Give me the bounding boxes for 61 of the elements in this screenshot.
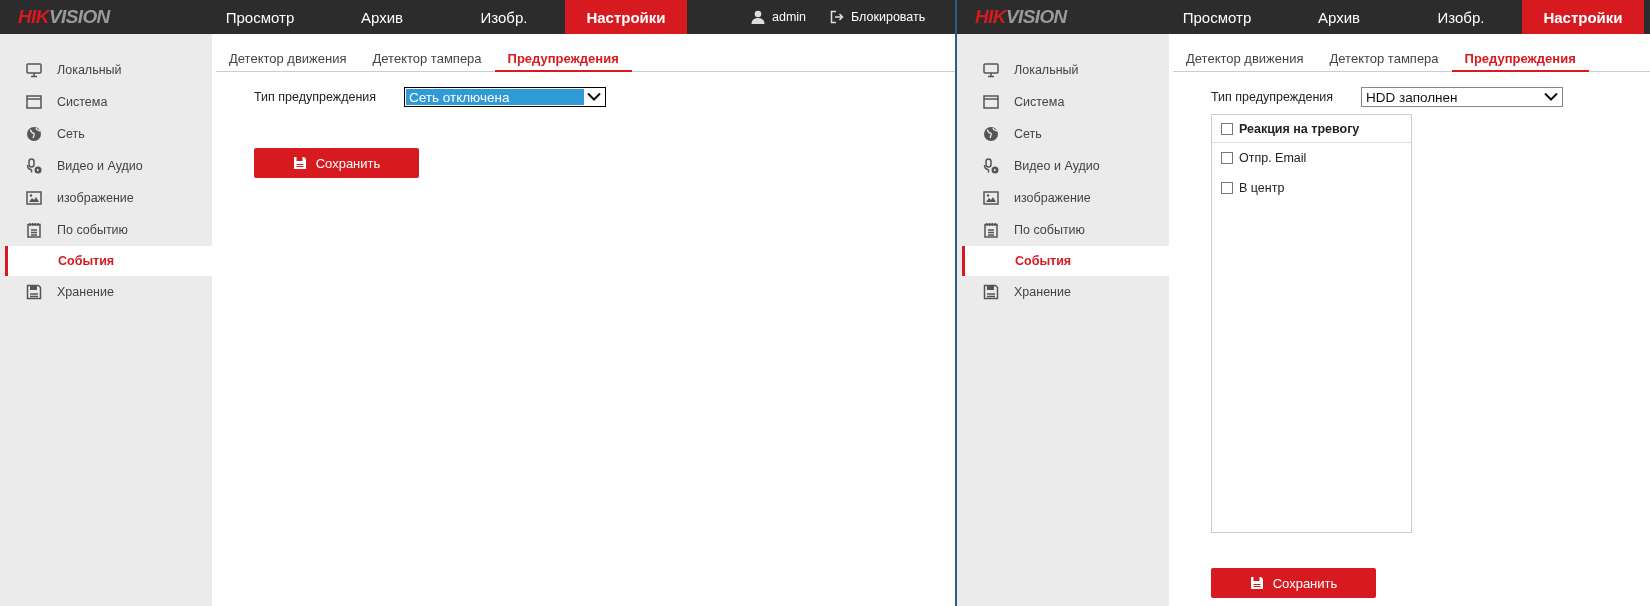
checkbox[interactable]: [1221, 182, 1233, 194]
globe-icon: [983, 126, 999, 142]
chevron-down-icon: [1544, 92, 1558, 102]
field-label: Тип предупреждения: [254, 90, 378, 104]
tab[interactable]: Детектор тампера: [1316, 46, 1452, 72]
option-label: В центр: [1239, 181, 1285, 195]
sidebar-subitem[interactable]: События: [5, 246, 212, 276]
sidebar-item[interactable]: Система: [0, 86, 212, 118]
globe-icon: [26, 126, 42, 142]
sidebar-item[interactable]: Система: [957, 86, 1169, 118]
field-label: Тип предупреждения: [1211, 90, 1335, 104]
checkbox[interactable]: [1221, 122, 1233, 135]
sidebar-item[interactable]: Сеть: [957, 118, 1169, 150]
calendar-icon: [26, 222, 42, 238]
window-icon: [26, 94, 42, 110]
nav-tab[interactable]: Просмотр: [199, 0, 321, 34]
lock-link[interactable]: Блокировать: [830, 0, 926, 34]
sidebar-item[interactable]: Хранение: [0, 276, 212, 308]
sidebar-item[interactable]: Хранение: [957, 276, 1169, 308]
nav-tab[interactable]: Настройки: [1522, 0, 1644, 34]
monitor-icon: [983, 62, 999, 78]
nav-tab[interactable]: Настройки: [565, 0, 687, 34]
microphone-icon: [983, 158, 999, 174]
nav-tab[interactable]: Изобр.: [443, 0, 565, 34]
sidebar-item[interactable]: По событию: [0, 214, 212, 246]
list-header: Реакция на тревогу: [1239, 121, 1360, 136]
brand-logo: HIKVISION: [975, 6, 1067, 28]
nav-tab[interactable]: Изобр.: [1400, 0, 1522, 34]
alert-type-select[interactable]: HDD заполнен: [1361, 87, 1563, 107]
nav-tab[interactable]: Просмотр: [1156, 0, 1278, 34]
nav-tab[interactable]: Архив: [1278, 0, 1400, 34]
image-icon: [983, 190, 999, 206]
tab[interactable]: Предупреждения: [1451, 46, 1589, 72]
sidebar-item[interactable]: Видео и Аудио: [0, 150, 212, 182]
save-button[interactable]: Сохранить: [1211, 568, 1376, 598]
tab[interactable]: Детектор тампера: [359, 46, 495, 72]
sidebar-item[interactable]: изображение: [0, 182, 212, 214]
user-link[interactable]: admin: [751, 0, 807, 34]
calendar-icon: [983, 222, 999, 238]
sidebar-item[interactable]: Локальный: [0, 54, 212, 86]
sidebar-item[interactable]: Видео и Аудио: [957, 150, 1169, 182]
window-icon: [983, 94, 999, 110]
brand-logo: HIKVISION: [18, 6, 110, 28]
checkbox[interactable]: [1221, 152, 1233, 164]
chevron-down-icon: [587, 92, 601, 102]
save-button[interactable]: Сохранить: [254, 148, 419, 178]
microphone-icon: [26, 158, 42, 174]
person-icon: [751, 10, 765, 24]
option-label: Отпр. Email: [1239, 151, 1307, 165]
monitor-icon: [26, 62, 42, 78]
image-icon: [26, 190, 42, 206]
nav-tab[interactable]: Архив: [321, 0, 443, 34]
tab[interactable]: Предупреждения: [494, 46, 632, 72]
sidebar-item[interactable]: Сеть: [0, 118, 212, 150]
sidebar-item[interactable]: изображение: [957, 182, 1169, 214]
logout-icon: [830, 10, 845, 24]
sidebar-subitem[interactable]: События: [962, 246, 1169, 276]
sidebar-item[interactable]: Локальный: [957, 54, 1169, 86]
tab[interactable]: Детектор движения: [216, 46, 360, 72]
tab[interactable]: Детектор движения: [1173, 46, 1317, 72]
sidebar-item[interactable]: По событию: [957, 214, 1169, 246]
